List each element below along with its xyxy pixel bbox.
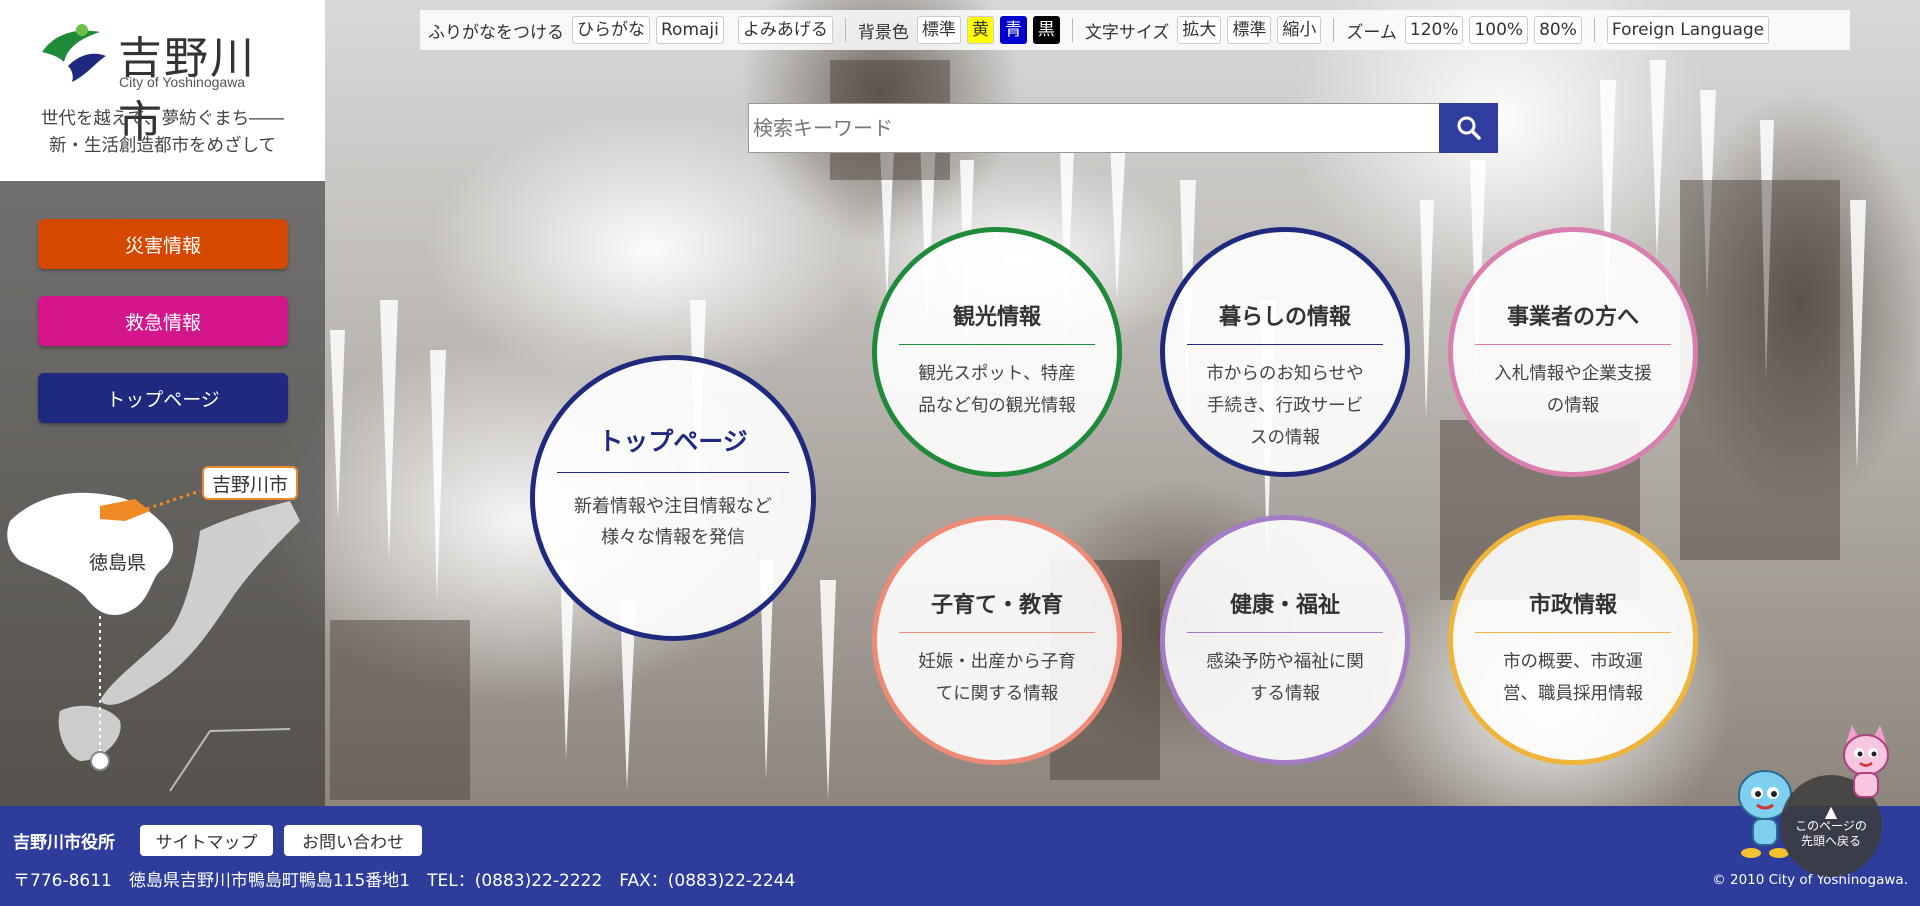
left-navigation-panel: 災害情報 救急情報 トップページ 吉野川市 徳島県 [0, 181, 325, 806]
desc-line: 手続き、行政サービ [1206, 396, 1364, 416]
circle-childcare-title: 子育て・教育 [930, 593, 1063, 618]
bg-yellow-button[interactable]: 黄 [966, 16, 994, 44]
desc-line: の情報 [1546, 396, 1600, 416]
search-input[interactable] [748, 103, 1440, 153]
desc-line: 営、職員採用情報 [1503, 684, 1643, 704]
desc-line: 様々な情報を発信 [601, 527, 745, 548]
circle-living[interactable]: 暮らしの情報 市からのお知らせや 手続き、行政サービ スの情報 [1160, 227, 1410, 477]
bg-standard-button[interactable]: 標準 [916, 16, 961, 44]
circle-tourism-title: 観光情報 [952, 305, 1041, 330]
desc-line: 観光スポット、特産 [918, 364, 1076, 384]
circle-childcare[interactable]: 子育て・教育 妊娠・出産から子育 てに関する情報 [872, 515, 1122, 765]
circle-business-desc: 入札情報や企業支援 の情報 [1494, 358, 1652, 422]
desc-line: 感染予防や福祉に関 [1206, 652, 1364, 672]
circle-health-title: 健康・福祉 [1229, 593, 1340, 618]
desc-line: 市からのお知らせや [1206, 364, 1364, 384]
desc-line: 新着情報や注目情報など [574, 496, 772, 517]
mascot-character-right-icon [1843, 725, 1889, 798]
footer-copyright: © 2010 City of Yoshinogawa. [1712, 872, 1908, 888]
back-to-top-line-2: 先頭へ戻る [1800, 833, 1861, 848]
circle-divider [1475, 344, 1671, 345]
emergency-info-button[interactable]: 救急情報 [38, 296, 288, 346]
toolbar-divider [1593, 18, 1595, 42]
circle-divider [1475, 632, 1671, 633]
site-header-logo-area: 吉野川市 City of Yoshinogawa 世代を越えて、夢紡ぐまち―― … [0, 0, 325, 181]
disaster-info-button[interactable]: 災害情報 [38, 219, 288, 269]
search-button[interactable] [1439, 103, 1498, 153]
circle-admin[interactable]: 市政情報 市の概要、市政運 営、職員採用情報 [1448, 515, 1698, 765]
zoom-label: ズーム [1346, 22, 1397, 43]
desc-line: 品など旬の観光情報 [918, 396, 1076, 416]
accessibility-toolbar: ふりがなをつける ひらがな Romaji よみあげる 背景色 標準 黄 青 黒 … [420, 10, 1850, 50]
desc-line: スの情報 [1250, 428, 1320, 448]
font-standard-button[interactable]: 標準 [1227, 16, 1272, 44]
top-page-button[interactable]: トップページ [38, 373, 288, 423]
circle-health[interactable]: 健康・福祉 感染予防や福祉に関 する情報 [1160, 515, 1410, 765]
circle-admin-desc: 市の概要、市政運 営、職員採用情報 [1503, 646, 1643, 710]
font-small-button[interactable]: 縮小 [1277, 16, 1322, 44]
circle-top-page-title: トップページ [598, 427, 748, 456]
desc-line: 妊娠・出産から子育 [918, 652, 1076, 672]
city-emblem-icon [42, 24, 106, 82]
sitemap-button[interactable]: サイトマップ [140, 825, 273, 856]
desc-line: 市の概要、市政運 [1503, 652, 1643, 672]
circle-admin-title: 市政情報 [1528, 593, 1617, 618]
slogan-line-2: 新・生活創造都市をめざして [49, 136, 276, 156]
circle-tourism-desc: 観光スポット、特産 品など旬の観光情報 [918, 358, 1076, 422]
circle-top-page-desc: 新着情報や注目情報など 様々な情報を発信 [574, 491, 772, 553]
toolbar-divider [1333, 18, 1335, 42]
circle-divider [899, 344, 1095, 345]
zoom-80-button[interactable]: 80% [1534, 16, 1582, 44]
circle-divider [1187, 344, 1383, 345]
circle-health-desc: 感染予防や福祉に関 する情報 [1206, 646, 1364, 710]
zoom-100-button[interactable]: 100% [1469, 16, 1529, 44]
contact-button[interactable]: お問い合わせ [284, 825, 422, 856]
circle-living-title: 暮らしの情報 [1218, 305, 1351, 330]
logo-city-name-en: City of Yoshinogawa [119, 74, 246, 90]
desc-line: 入札情報や企業支援 [1494, 364, 1652, 384]
desc-line: てに関する情報 [935, 684, 1059, 704]
circle-divider [1187, 632, 1383, 633]
circle-business[interactable]: 事業者の方へ 入札情報や企業支援 の情報 [1448, 227, 1698, 477]
search-icon [1457, 116, 1481, 140]
back-to-top-line-1: このページの [1795, 818, 1867, 833]
japan-location-map [7, 489, 300, 792]
hiragana-button[interactable]: ひらがな [572, 16, 650, 44]
foreign-language-button[interactable]: Foreign Language [1606, 16, 1770, 44]
font-large-button[interactable]: 拡大 [1177, 16, 1222, 44]
toolbar-divider [1071, 18, 1073, 42]
site-logo[interactable]: 吉野川市 City of Yoshinogawa [38, 22, 298, 147]
bg-color-label: 背景色 [857, 22, 909, 43]
site-footer: 吉野川市役所 サイトマップ お問い合わせ 〒776-8611 徳島県吉野川市鴨島… [0, 806, 1920, 906]
circle-divider [557, 472, 789, 473]
furigana-label: ふりがなをつける [428, 22, 564, 43]
desc-line: する情報 [1250, 684, 1320, 704]
read-aloud-button[interactable]: よみあげる [737, 16, 833, 44]
zoom-120-button[interactable]: 120% [1404, 16, 1464, 44]
yoshinogawa-map-tag: 吉野川市 [202, 466, 298, 500]
romaji-button[interactable]: Romaji [656, 16, 724, 44]
city-slogan: 世代を越えて、夢紡ぐまち―― 新・生活創造都市をめざして [0, 106, 325, 160]
tokushima-label: 徳島県 [89, 552, 147, 574]
bg-blue-button[interactable]: 青 [999, 16, 1027, 44]
circle-living-desc: 市からのお知らせや 手続き、行政サービ スの情報 [1206, 358, 1363, 454]
bg-black-button[interactable]: 黒 [1032, 16, 1060, 44]
footer-address: 〒776-8611 徳島県吉野川市鴨島町鴨島115番地1 TEL：(0883)2… [13, 871, 796, 891]
circle-tourism[interactable]: 観光情報 観光スポット、特産 品など旬の観光情報 [872, 227, 1122, 477]
toolbar-divider [844, 18, 846, 42]
slogan-line-1: 世代を越えて、夢紡ぐまち―― [40, 109, 285, 129]
circle-divider [899, 632, 1095, 633]
circle-top-page[interactable]: トップページ 新着情報や注目情報など 様々な情報を発信 [530, 355, 816, 641]
font-size-label: 文字サイズ [1084, 22, 1170, 43]
footer-office-name: 吉野川市役所 [13, 833, 115, 853]
circle-business-title: 事業者の方へ [1506, 305, 1639, 330]
circle-childcare-desc: 妊娠・出産から子育 てに関する情報 [918, 646, 1076, 710]
